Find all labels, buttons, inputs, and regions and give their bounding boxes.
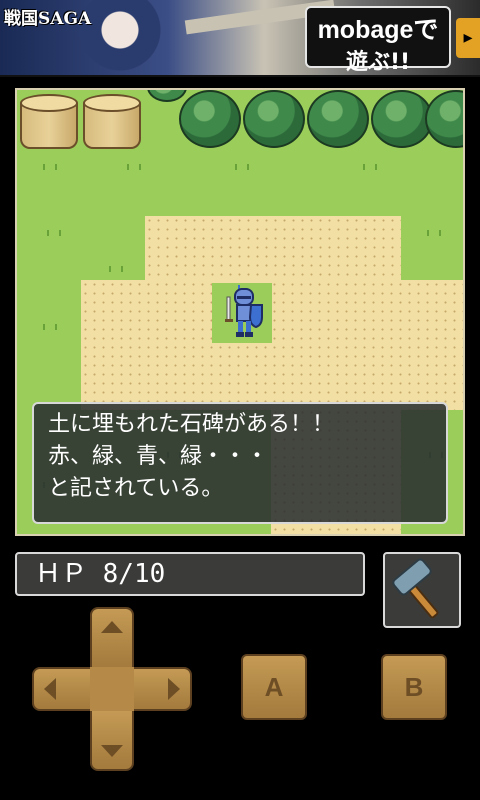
grass-tuft [235, 164, 249, 170]
grass-tuft [43, 164, 57, 170]
ad-banner[interactable]: 戦国SAGA mobageで 遊ぶ!! ▸ [0, 0, 480, 77]
down-arrow-icon [101, 745, 123, 757]
message-dialog[interactable]: 土に埋もれた石碑がある！！ 赤、緑、青、緑・・・ と記されている。 [32, 402, 448, 524]
item-slot-button[interactable] [383, 552, 461, 628]
tree [243, 90, 305, 148]
dialog-line-2: 赤、緑、青、緑・・・ [48, 444, 269, 469]
banner-cta-line2: 遊ぶ!! [345, 50, 411, 75]
tree-stump [83, 94, 141, 150]
tree [179, 90, 241, 148]
knight-hero [225, 285, 263, 337]
hammer-icon [392, 558, 439, 619]
dpad-right-button[interactable] [130, 667, 192, 711]
right-arrow-icon [168, 678, 180, 700]
tree-stump [20, 94, 78, 150]
a-button[interactable]: A [241, 654, 307, 720]
hp-display: ＨＰ 8/10 [15, 552, 365, 596]
dialog-line-1: 土に埋もれた石碑がある！！ [48, 412, 335, 437]
banner-cta-line1: mobageで [317, 16, 439, 44]
grass-tuft [363, 164, 377, 170]
grass-tuft [43, 324, 57, 330]
tree [147, 90, 187, 102]
dpad-center [90, 667, 134, 711]
dpad-down-button[interactable] [90, 709, 134, 771]
banner-arrow-icon[interactable]: ▸ [456, 18, 480, 58]
banner-title: 戦国SAGA [4, 9, 92, 29]
tree [307, 90, 369, 148]
dpad[interactable] [32, 607, 192, 771]
tree [371, 90, 433, 148]
tree [425, 90, 463, 148]
grass-tuft [109, 266, 123, 272]
banner-cta-button[interactable]: mobageで 遊ぶ!! [305, 6, 451, 75]
sand-path-upper [145, 216, 401, 282]
dialog-line-3: と記されている。 [48, 476, 224, 501]
dpad-left-button[interactable] [32, 667, 94, 711]
sand-path-lower [81, 280, 463, 410]
b-button[interactable]: B [381, 654, 447, 720]
grass-tuft [127, 164, 141, 170]
grass-tuft [47, 230, 61, 236]
up-arrow-icon [101, 621, 123, 633]
grass-tuft [427, 230, 441, 236]
left-arrow-icon [44, 678, 56, 700]
dpad-up-button[interactable] [90, 607, 134, 669]
